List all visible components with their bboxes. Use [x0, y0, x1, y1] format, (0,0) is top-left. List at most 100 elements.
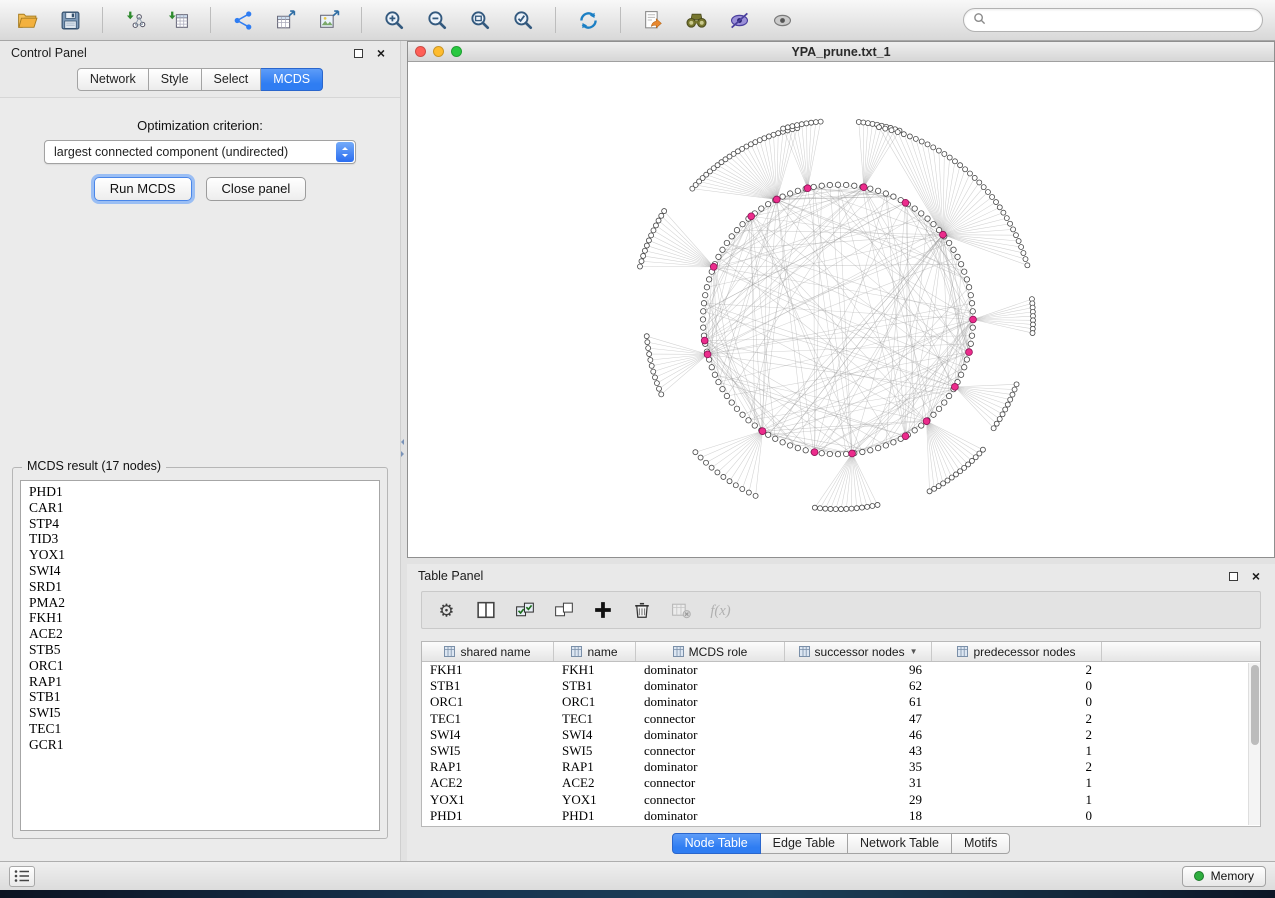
zoom-selected-icon[interactable] [506, 4, 540, 36]
function-builder-icon[interactable]: f(x) [707, 597, 733, 623]
add-row-icon[interactable] [590, 597, 616, 623]
table-scrollbar[interactable] [1248, 663, 1260, 825]
panel-splitter[interactable] [400, 41, 407, 861]
network-window-titlebar[interactable]: YPA_prune.txt_1 [408, 42, 1274, 62]
table-row[interactable]: SWI4SWI4dominator462 [422, 727, 1260, 743]
table-row[interactable]: ACE2ACE2connector311 [422, 775, 1260, 791]
table-panel-header: Table Panel × [407, 564, 1275, 588]
tab-mcds[interactable]: MCDS [261, 68, 323, 91]
share-document-icon[interactable] [636, 4, 670, 36]
optimization-criterion-dropdown[interactable]: largest connected component (undirected) [44, 140, 356, 164]
svg-text:f(x): f(x) [710, 603, 730, 619]
control-panel-float-icon[interactable] [350, 45, 366, 61]
search-box[interactable] [963, 8, 1263, 32]
column-header-predecessor-nodes[interactable]: predecessor nodes [932, 642, 1102, 661]
column-header-shared-name[interactable]: shared name [422, 642, 554, 661]
zoom-in-icon[interactable] [377, 4, 411, 36]
table-row[interactable]: RAP1RAP1dominator352 [422, 759, 1260, 775]
select-all-icon[interactable] [512, 597, 538, 623]
column-visibility-icon[interactable] [473, 597, 499, 623]
toolbar-separator [555, 7, 556, 33]
result-item[interactable]: ACE2 [29, 626, 371, 642]
cell-name: FKH1 [554, 662, 636, 678]
import-table-disabled-icon[interactable] [668, 597, 694, 623]
close-panel-button[interactable]: Close panel [206, 177, 307, 201]
zoom-out-icon[interactable] [420, 4, 454, 36]
result-item[interactable]: ORC1 [29, 658, 371, 674]
export-table-icon[interactable] [269, 4, 303, 36]
window-minimize-icon[interactable] [433, 46, 444, 57]
column-header-mcds-role[interactable]: MCDS role [636, 642, 785, 661]
table-row[interactable]: YOX1YOX1connector291 [422, 792, 1260, 808]
result-item[interactable]: RAP1 [29, 674, 371, 690]
control-panel: Control Panel × NetworkStyleSelectMCDS O… [0, 41, 400, 861]
table-tab-edge-table[interactable]: Edge Table [761, 833, 848, 854]
collapse-left-icon[interactable] [401, 439, 404, 445]
window-close-icon[interactable] [415, 46, 426, 57]
unselect-all-icon[interactable] [551, 597, 577, 623]
cell-successor_nodes: 46 [785, 727, 932, 743]
table-panel-close-icon[interactable]: × [1248, 568, 1264, 584]
export-network-icon[interactable] [226, 4, 260, 36]
network-canvas[interactable] [408, 62, 1274, 557]
tab-style[interactable]: Style [149, 68, 202, 91]
result-item[interactable]: STP4 [29, 516, 371, 532]
result-item[interactable]: TEC1 [29, 721, 371, 737]
cell-mcds_role: dominator [636, 808, 785, 824]
result-item[interactable]: SWI5 [29, 705, 371, 721]
cell-successor_nodes: 29 [785, 792, 932, 808]
table-row[interactable]: SWI5SWI5connector431 [422, 743, 1260, 759]
table-scrollbar-thumb[interactable] [1251, 665, 1259, 745]
collapse-right-icon[interactable] [401, 451, 404, 457]
show-all-icon[interactable] [765, 4, 799, 36]
table-settings-icon[interactable]: ⚙ [434, 597, 460, 623]
cell-shared_name: RAP1 [422, 759, 554, 775]
table-row[interactable]: TEC1TEC1connector472 [422, 711, 1260, 727]
result-item[interactable]: TID3 [29, 531, 371, 547]
result-item[interactable]: CAR1 [29, 500, 371, 516]
column-header-filler [1102, 642, 1260, 661]
result-item[interactable]: PMA2 [29, 595, 371, 611]
table-panel-float-icon[interactable] [1225, 568, 1241, 584]
table-tab-motifs[interactable]: Motifs [952, 833, 1010, 854]
window-maximize-icon[interactable] [451, 46, 462, 57]
table-row[interactable]: ORC1ORC1dominator610 [422, 694, 1260, 710]
result-item[interactable]: STB1 [29, 689, 371, 705]
result-item[interactable]: GCR1 [29, 737, 371, 753]
table-tab-node-table[interactable]: Node Table [672, 833, 761, 854]
cell-mcds_role: connector [636, 775, 785, 791]
result-item[interactable]: FKH1 [29, 610, 371, 626]
table-tabs: Node TableEdge TableNetwork TableMotifs [407, 830, 1275, 856]
open-session-icon[interactable] [10, 4, 44, 36]
column-header-name[interactable]: name [554, 642, 636, 661]
export-image-icon[interactable] [312, 4, 346, 36]
memory-button[interactable]: Memory [1182, 866, 1266, 887]
toolbar-separator [361, 7, 362, 33]
hide-selected-icon[interactable] [722, 4, 756, 36]
search-input[interactable] [991, 13, 1253, 27]
import-network-icon[interactable] [118, 4, 152, 36]
run-mcds-button[interactable]: Run MCDS [94, 177, 192, 201]
search-network-icon[interactable] [679, 4, 713, 36]
table-tab-network-table[interactable]: Network Table [848, 833, 952, 854]
table-row[interactable]: FKH1FKH1dominator962 [422, 662, 1260, 678]
result-item[interactable]: PHD1 [29, 484, 371, 500]
result-item[interactable]: YOX1 [29, 547, 371, 563]
control-panel-close-icon[interactable]: × [373, 45, 389, 61]
tab-network[interactable]: Network [77, 68, 149, 91]
delete-row-icon[interactable] [629, 597, 655, 623]
result-item[interactable]: STB5 [29, 642, 371, 658]
tab-select[interactable]: Select [202, 68, 262, 91]
save-session-icon[interactable] [53, 4, 87, 36]
control-panel-title: Control Panel [11, 46, 343, 60]
column-header-successor-nodes[interactable]: successor nodes▼ [785, 642, 932, 661]
table-row[interactable]: PHD1PHD1dominator180 [422, 808, 1260, 824]
status-menu-button[interactable] [9, 866, 35, 887]
result-item[interactable]: SWI4 [29, 563, 371, 579]
refresh-layout-icon[interactable] [571, 4, 605, 36]
zoom-fit-icon[interactable] [463, 4, 497, 36]
table-toolbar: ⚙ f(x) [421, 591, 1261, 629]
result-item[interactable]: SRD1 [29, 579, 371, 595]
table-row[interactable]: STB1STB1dominator620 [422, 678, 1260, 694]
import-table-icon[interactable] [161, 4, 195, 36]
